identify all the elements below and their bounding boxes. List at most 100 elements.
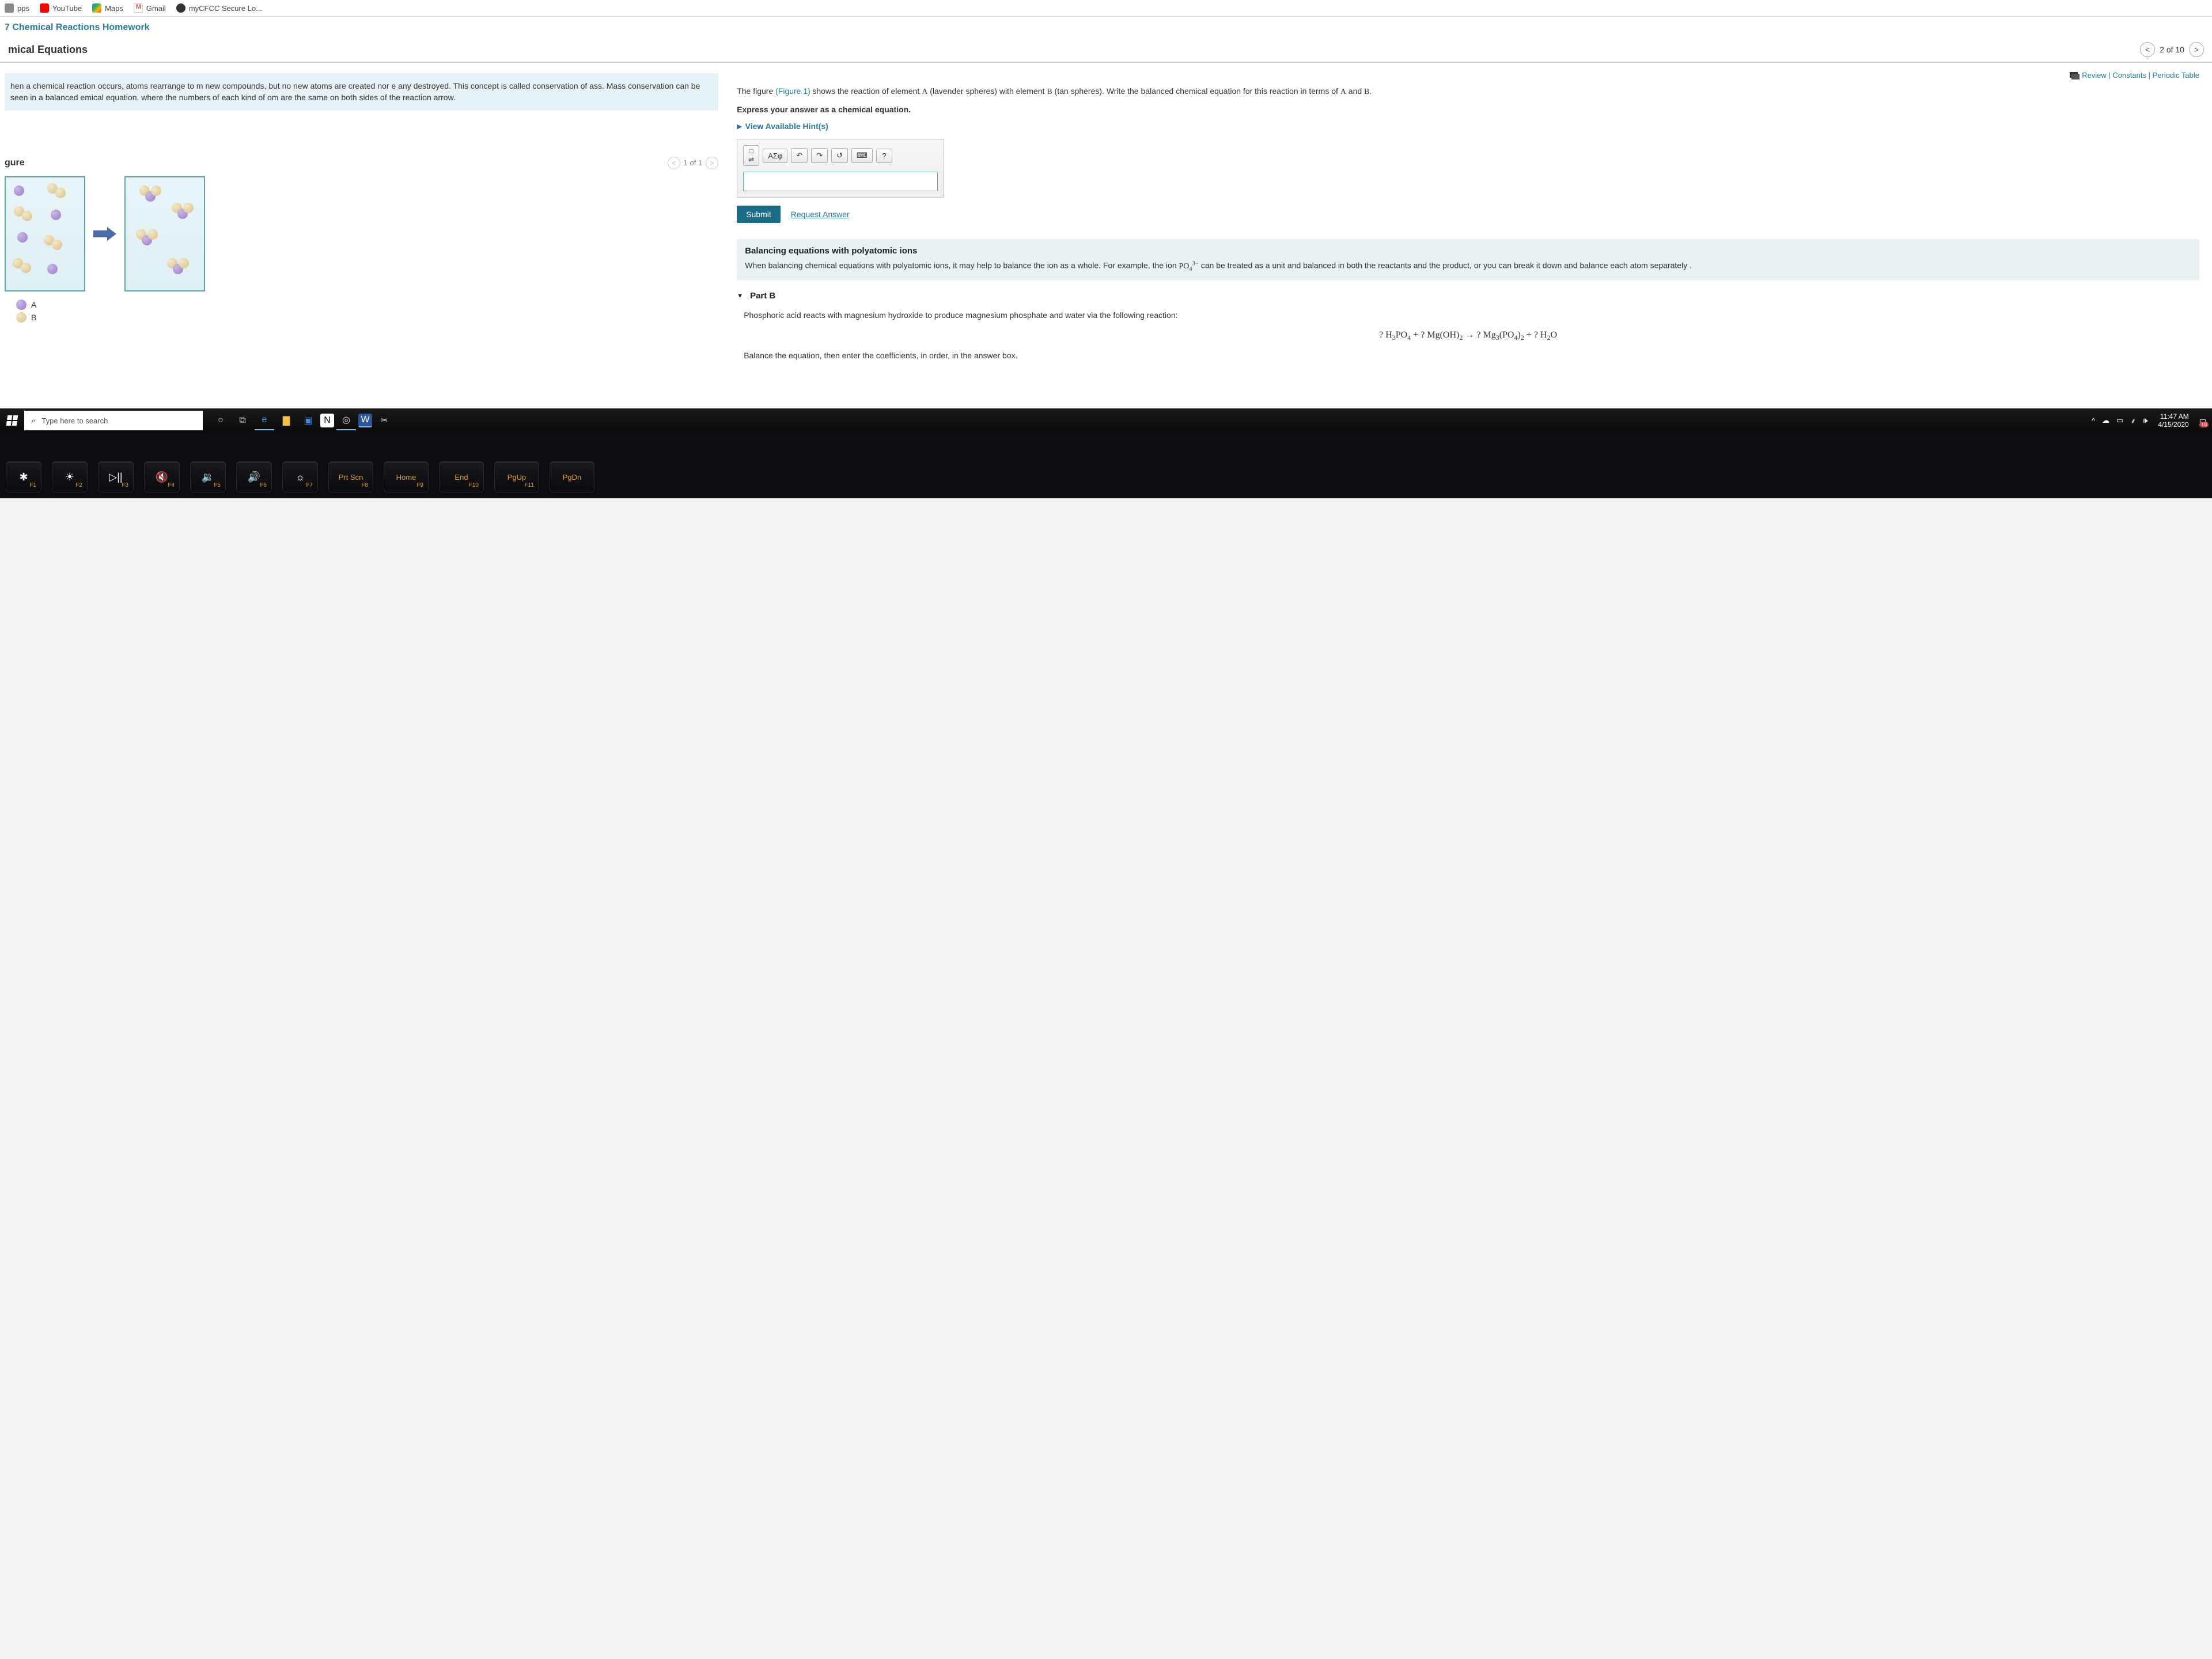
info-body: When balancing chemical equations with p… bbox=[745, 259, 2191, 274]
atom-b-icon bbox=[179, 258, 189, 268]
bookmark-maps[interactable]: Maps bbox=[92, 3, 123, 13]
taskbar-search[interactable]: ⌕ Type here to search bbox=[24, 411, 203, 430]
review-icon bbox=[2070, 72, 2078, 78]
periodic-table-link[interactable]: Periodic Table bbox=[2153, 71, 2199, 79]
atom-b-icon bbox=[147, 229, 158, 240]
atom-a-icon bbox=[14, 185, 24, 196]
answer-toolbar: □⇌ ΑΣφ ↶ ↷ ↺ ⌨ ? bbox=[743, 145, 938, 166]
key-prtscn: Prt ScnF8 bbox=[328, 461, 373, 493]
figure-legend: A B bbox=[5, 300, 718, 323]
bookmark-label: YouTube bbox=[52, 4, 82, 13]
atom-a-icon bbox=[47, 264, 58, 274]
prev-question-button[interactable]: < bbox=[2140, 42, 2155, 57]
action-center-icon[interactable]: ▭ bbox=[2199, 416, 2206, 425]
key-f4: 🔇F4 bbox=[144, 461, 180, 493]
bookmark-gmail[interactable]: Gmail bbox=[134, 3, 166, 13]
review-link[interactable]: Review bbox=[2082, 71, 2107, 79]
info-title: Balancing equations with polyatomic ions bbox=[745, 246, 2191, 256]
reset-button[interactable]: ↺ bbox=[831, 148, 848, 163]
greek-button[interactable]: ΑΣφ bbox=[763, 149, 787, 163]
volume-icon[interactable]: 🕪 bbox=[2143, 416, 2147, 425]
template-button[interactable]: □⇌ bbox=[743, 145, 759, 166]
figure-next-button[interactable]: > bbox=[706, 157, 718, 169]
store-icon[interactable]: ▣ bbox=[298, 411, 318, 430]
start-button[interactable] bbox=[0, 415, 24, 426]
main-content: hen a chemical reaction occurs, atoms re… bbox=[0, 63, 2212, 408]
express-instruction: Express your answer as a chemical equati… bbox=[737, 104, 2199, 116]
youtube-icon bbox=[40, 3, 49, 13]
key-f2: ☀F2 bbox=[52, 461, 88, 493]
answer-frame: □⇌ ΑΣφ ↶ ↷ ↺ ⌨ ? bbox=[737, 139, 944, 198]
reaction-arrow-icon bbox=[93, 227, 116, 241]
legend-dot-b-icon bbox=[16, 312, 26, 323]
snip-icon[interactable]: ✂ bbox=[374, 411, 394, 430]
constants-link[interactable]: Constants bbox=[2112, 71, 2146, 79]
submit-button[interactable]: Submit bbox=[737, 206, 781, 223]
part-a-prompt: The figure (Figure 1) shows the reaction… bbox=[737, 85, 2199, 98]
legend-row-a: A bbox=[16, 300, 707, 310]
clock-date: 4/15/2020 bbox=[2158, 421, 2188, 429]
section-bar: mical Equations < 2 of 10 > bbox=[0, 37, 2212, 63]
legend-row-b: B bbox=[16, 312, 707, 323]
cfcc-icon bbox=[176, 3, 185, 13]
bookmark-label: Gmail bbox=[146, 4, 166, 13]
legend-label: A bbox=[31, 300, 36, 309]
figure-header: gure < 1 of 1 > bbox=[5, 157, 718, 169]
key-pgdn: PgDn bbox=[550, 461, 594, 493]
search-icon: ⌕ bbox=[31, 416, 36, 426]
view-hints-button[interactable]: View Available Hint(s) bbox=[737, 122, 2199, 131]
bookmark-label: myCFCC Secure Lo... bbox=[189, 4, 262, 13]
figure-nav: < 1 of 1 > bbox=[668, 157, 719, 169]
figure-counter: 1 of 1 bbox=[684, 158, 703, 167]
search-placeholder: Type here to search bbox=[41, 416, 108, 425]
bookmark-cfcc[interactable]: myCFCC Secure Lo... bbox=[176, 3, 262, 13]
figure-link[interactable]: (Figure 1) bbox=[775, 86, 810, 96]
info-box: Balancing equations with polyatomic ions… bbox=[737, 239, 2199, 281]
clock[interactable]: 11:47 AM 4/15/2020 bbox=[2154, 412, 2192, 429]
system-tray: ^ ☁ ▭ ⸙ 🕪 11:47 AM 4/15/2020 ▭ bbox=[2092, 412, 2212, 429]
help-button[interactable]: ? bbox=[876, 149, 892, 163]
products-box bbox=[124, 176, 205, 291]
atom-a-icon bbox=[17, 232, 28, 243]
battery-icon[interactable]: ▭ bbox=[2116, 416, 2123, 425]
atom-b-icon bbox=[22, 211, 32, 221]
redo-button[interactable]: ↷ bbox=[811, 148, 828, 163]
word-icon[interactable]: W bbox=[358, 414, 372, 427]
bookmark-bar: pps YouTube Maps Gmail myCFCC Secure Lo.… bbox=[0, 0, 2212, 17]
apps-icon bbox=[5, 3, 14, 13]
atom-b-icon bbox=[55, 188, 66, 198]
windows-icon bbox=[6, 415, 18, 426]
prompt-tail: shows the reaction of element A (lavende… bbox=[812, 86, 1372, 96]
info-pre: When balancing chemical equations with p… bbox=[745, 261, 1179, 270]
key-f6: 🔊F6 bbox=[236, 461, 272, 493]
taskbar: ⌕ Type here to search ○ ⧉ e ▇ ▣ N ◎ W ✂ … bbox=[0, 408, 2212, 433]
chrome-icon[interactable]: ◎ bbox=[336, 411, 356, 430]
bookmark-youtube[interactable]: YouTube bbox=[40, 3, 82, 13]
onedrive-icon[interactable]: ☁ bbox=[2102, 416, 2109, 425]
part-b-balance: Balance the equation, then enter the coe… bbox=[744, 349, 2192, 362]
key-f7: ☼F7 bbox=[282, 461, 318, 493]
assignment-title: 7 Chemical Reactions Homework bbox=[0, 17, 2212, 37]
request-answer-link[interactable]: Request Answer bbox=[791, 210, 850, 219]
part-b-header[interactable]: Part B bbox=[737, 291, 2199, 301]
bookmark-apps[interactable]: pps bbox=[5, 3, 29, 13]
notion-icon[interactable]: N bbox=[320, 414, 334, 427]
answer-input[interactable] bbox=[743, 172, 938, 191]
submit-row: Submit Request Answer bbox=[737, 206, 2199, 223]
legend-label: B bbox=[31, 313, 36, 322]
clock-time: 11:47 AM bbox=[2158, 412, 2188, 421]
undo-button[interactable]: ↶ bbox=[791, 148, 808, 163]
figure-title: gure bbox=[5, 158, 25, 168]
chevron-up-icon[interactable]: ^ bbox=[2092, 416, 2095, 425]
next-question-button[interactable]: > bbox=[2189, 42, 2204, 57]
keyboard-button[interactable]: ⌨ bbox=[851, 148, 873, 163]
file-explorer-icon[interactable]: ▇ bbox=[276, 411, 296, 430]
task-view-icon[interactable]: ⧉ bbox=[233, 411, 252, 430]
atom-b-icon bbox=[151, 185, 161, 196]
wifi-icon[interactable]: ⸙ bbox=[2130, 415, 2136, 426]
edge-icon[interactable]: e bbox=[255, 411, 274, 430]
key-f1: ✱F1 bbox=[6, 461, 41, 493]
cortana-icon[interactable]: ○ bbox=[211, 411, 230, 430]
figure-prev-button[interactable]: < bbox=[668, 157, 680, 169]
reactants-box bbox=[5, 176, 85, 291]
